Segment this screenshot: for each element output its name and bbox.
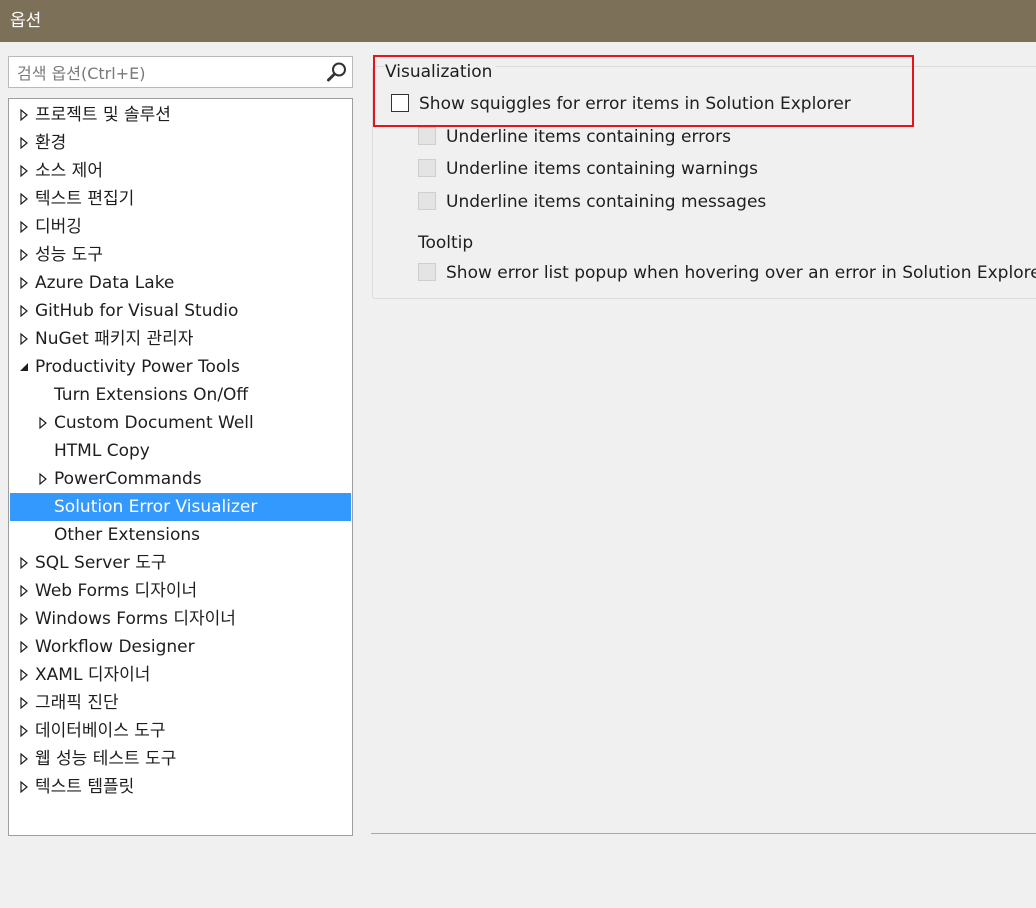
tree-item-label: PowerCommands [54,469,202,489]
expand-arrow-icon[interactable] [18,753,30,765]
underline-warnings-checkbox [418,159,436,177]
show-popup-label: Show error list popup when hovering over… [446,263,1036,283]
underline-warnings-label: Underline items containing warnings [446,159,758,179]
expand-arrow-icon[interactable] [18,221,30,233]
tree-item[interactable]: GitHub for Visual Studio [10,297,351,325]
tree-item-label: 환경 [35,133,67,153]
tree-item[interactable]: Workflow Designer [10,633,351,661]
tree-item-label: NuGet 패키지 관리자 [35,329,194,349]
tree-item[interactable]: Windows Forms 디자이너 [10,605,351,633]
tree-item-label: HTML Copy [54,441,150,461]
expand-arrow-icon[interactable] [18,725,30,737]
tree-item[interactable]: Web Forms 디자이너 [10,577,351,605]
tree-item[interactable]: 웹 성능 테스트 도구 [10,745,351,773]
tree-item[interactable]: 프로젝트 및 솔루션 [10,101,351,129]
expand-arrow-icon[interactable] [18,641,30,653]
tree-item[interactable]: Other Extensions [10,521,351,549]
tree-item-label: Solution Error Visualizer [54,497,258,517]
options-page: Visualization Show squiggles for error i… [371,52,1036,834]
tree-item-label: 텍스트 편집기 [35,189,135,209]
tooltip-heading: Tooltip [418,233,474,253]
tree-item[interactable]: NuGet 패키지 관리자 [10,325,351,353]
show-squiggles-label: Show squiggles for error items in Soluti… [419,94,851,114]
expand-arrow-icon[interactable] [18,333,30,345]
expand-arrow-icon[interactable] [18,305,30,317]
tree-item-label: 웹 성능 테스트 도구 [35,749,177,769]
tree-item[interactable]: 소스 제어 [10,157,351,185]
tree-item-label: Web Forms 디자이너 [35,581,198,601]
tree-item[interactable]: Solution Error Visualizer [10,493,351,521]
expand-arrow-icon[interactable] [18,557,30,569]
options-tree[interactable]: 프로젝트 및 솔루션환경소스 제어텍스트 편집기디버깅성능 도구 Azure Da… [8,98,353,836]
tree-item-label: 프로젝트 및 솔루션 [35,105,171,125]
tree-item[interactable]: Custom Document Well [10,409,351,437]
expand-arrow-icon[interactable] [18,669,30,681]
tree-item[interactable]: HTML Copy [10,437,351,465]
tree-item-label: 텍스트 템플릿 [35,777,135,797]
tree-item[interactable]: PowerCommands [10,465,351,493]
expand-arrow-icon[interactable] [37,473,49,485]
tree-item[interactable]: Azure Data Lake [10,269,351,297]
tree-item-label: 소스 제어 [35,161,103,181]
tree-item-label: 성능 도구 [35,245,103,265]
tree-item-label: Workflow Designer [35,637,195,657]
tree-list: 프로젝트 및 솔루션환경소스 제어텍스트 편집기디버깅성능 도구 Azure Da… [9,99,352,801]
tree-item[interactable]: XAML 디자이너 [10,661,351,689]
search-box[interactable] [8,56,353,89]
show-squiggles-checkbox[interactable] [391,94,409,112]
expand-arrow-icon[interactable] [18,585,30,597]
tree-item[interactable]: 텍스트 편집기 [10,185,351,213]
underline-messages-checkbox [418,192,436,210]
tree-item-label: SQL Server 도구 [35,553,167,573]
tree-item-label: Turn Extensions On/Off [54,385,249,405]
expand-arrow-icon[interactable] [18,137,30,149]
tree-item-label: 그래픽 진단 [35,693,119,713]
tree-item-label: GitHub for Visual Studio [35,301,239,321]
tree-item-label: XAML 디자이너 [35,665,151,685]
tree-item-label: Other Extensions [54,525,200,545]
underline-errors-label: Underline items containing errors [446,127,732,147]
tree-item[interactable]: 디버깅 [10,213,351,241]
tree-item[interactable]: 성능 도구 [10,241,351,269]
expand-arrow-icon[interactable] [18,109,30,121]
underline-errors-checkbox [418,127,436,145]
tree-item[interactable]: 환경 [10,129,351,157]
search-icon[interactable] [326,61,348,83]
expand-arrow-icon[interactable] [18,697,30,709]
expand-arrow-icon[interactable] [18,613,30,625]
tree-item-label: 데이터베이스 도구 [35,721,166,741]
divider [371,833,1036,834]
tree-item-label: Azure Data Lake [35,273,175,293]
window-title: 옵션 [0,0,1036,42]
expand-arrow-icon[interactable] [18,781,30,793]
tree-item[interactable]: 그래픽 진단 [10,689,351,717]
tree-item[interactable]: 텍스트 템플릿 [10,773,351,801]
collapse-arrow-icon[interactable] [18,361,30,373]
show-popup-checkbox [418,263,436,281]
expand-arrow-icon[interactable] [18,165,30,177]
search-input[interactable] [9,57,329,89]
expand-arrow-icon[interactable] [37,417,49,429]
tree-item-label: Custom Document Well [54,413,254,433]
tree-item[interactable]: SQL Server 도구 [10,549,351,577]
tree-item[interactable]: Turn Extensions On/Off [10,381,351,409]
expand-arrow-icon[interactable] [18,193,30,205]
underline-messages-label: Underline items containing messages [446,192,767,212]
tree-item-label: Productivity Power Tools [35,357,240,377]
expand-arrow-icon[interactable] [18,277,30,289]
tree-item[interactable]: 데이터베이스 도구 [10,717,351,745]
tree-item-label: 디버깅 [35,217,82,237]
tree-item-label: Windows Forms 디자이너 [35,609,236,629]
expand-arrow-icon[interactable] [18,249,30,261]
tree-item[interactable]: Productivity Power Tools [10,353,351,381]
group-title: Visualization [385,62,497,82]
